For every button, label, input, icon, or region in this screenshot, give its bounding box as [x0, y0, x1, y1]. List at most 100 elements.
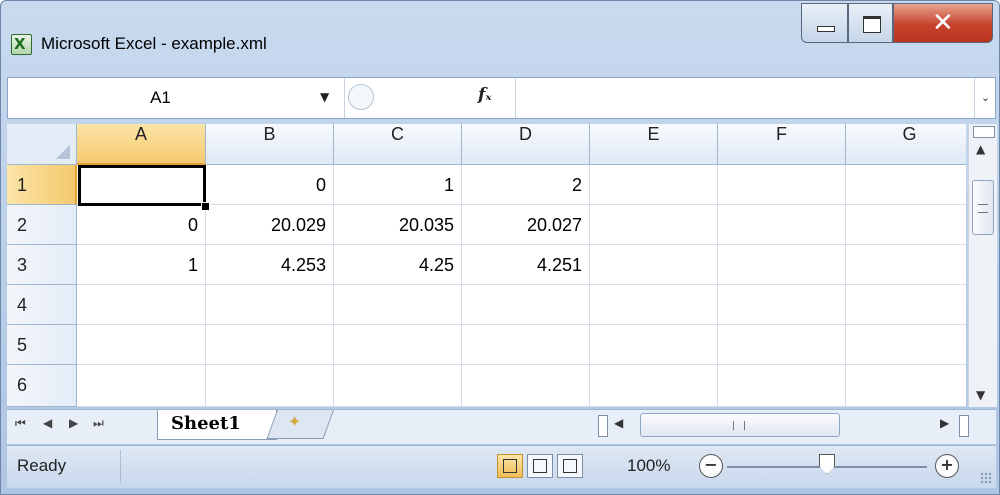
select-all-icon — [56, 145, 70, 159]
cell-c6[interactable] — [334, 365, 462, 407]
cell-g6[interactable] — [846, 365, 966, 407]
maximize-button[interactable] — [848, 3, 893, 43]
cell-f4[interactable] — [718, 285, 846, 325]
grid-icon — [503, 459, 517, 473]
excel-logo-glyph: X — [14, 35, 26, 53]
horizontal-split-box[interactable] — [598, 415, 608, 437]
cell-c5[interactable] — [334, 325, 462, 365]
vertical-scroll-thumb[interactable] — [972, 180, 994, 235]
cell-c1[interactable]: 1 — [334, 165, 462, 205]
cell-a4[interactable] — [77, 285, 206, 325]
scroll-down-arrow-icon[interactable]: ▼ — [976, 388, 985, 402]
minimize-button[interactable] — [801, 3, 848, 43]
sheet-tab-sheet1[interactable]: Sheet1 — [157, 410, 277, 440]
column-header-e[interactable]: E — [590, 124, 718, 165]
cell-a2[interactable]: 0 — [77, 205, 206, 245]
cell-d2[interactable]: 20.027 — [462, 205, 590, 245]
cell-e3[interactable] — [590, 245, 718, 285]
row-header-6[interactable]: 6 — [7, 365, 77, 407]
cell-g3[interactable] — [846, 245, 966, 285]
select-all-button[interactable] — [7, 124, 77, 165]
cell-e1[interactable] — [590, 165, 718, 205]
column-header-d[interactable]: D — [462, 124, 590, 165]
maximize-icon — [863, 16, 881, 33]
row-header-1[interactable]: 1 — [7, 165, 77, 205]
column-header-g[interactable]: G — [846, 124, 966, 165]
previous-sheet-icon[interactable]: ◀ — [43, 416, 52, 430]
zoom-level[interactable]: 100% — [627, 456, 670, 476]
cell-g2[interactable] — [846, 205, 966, 245]
cell-b2[interactable]: 20.029 — [206, 205, 334, 245]
cell-b3[interactable]: 4.253 — [206, 245, 334, 285]
cell-c2[interactable]: 20.035 — [334, 205, 462, 245]
cell-d6[interactable] — [462, 365, 590, 407]
cell-b6[interactable] — [206, 365, 334, 407]
cell-e2[interactable] — [590, 205, 718, 245]
insert-function-button[interactable]: 𝒇ₓ — [478, 85, 492, 105]
cell-b1[interactable]: 0 — [206, 165, 334, 205]
cell-f6[interactable] — [718, 365, 846, 407]
page-layout-view-button[interactable] — [527, 454, 553, 478]
cell-d5[interactable] — [462, 325, 590, 365]
horizontal-scroll-thumb[interactable] — [640, 413, 840, 437]
cell-c3[interactable]: 4.25 — [334, 245, 462, 285]
cell-g1[interactable] — [846, 165, 966, 205]
cell-c4[interactable] — [334, 285, 462, 325]
grip-icon — [733, 421, 745, 430]
insert-worksheet-tab[interactable]: ✦ — [266, 410, 334, 439]
normal-view-button[interactable] — [497, 454, 523, 478]
cell-f5[interactable] — [718, 325, 846, 365]
column-header-f[interactable]: F — [718, 124, 846, 165]
fill-handle[interactable] — [201, 202, 210, 211]
split-box[interactable] — [973, 126, 995, 138]
cell-b4[interactable] — [206, 285, 334, 325]
cell-d4[interactable] — [462, 285, 590, 325]
page-break-preview-button[interactable] — [557, 454, 583, 478]
expand-formula-bar-button[interactable]: ⌄ — [974, 78, 996, 118]
column-header-a[interactable]: A — [77, 124, 206, 165]
zoom-out-button[interactable]: − — [699, 454, 723, 478]
formula-bar-resize-handle[interactable] — [348, 84, 374, 110]
column-header-c[interactable]: C — [334, 124, 462, 165]
scroll-left-arrow-icon[interactable]: ◀ — [614, 416, 623, 430]
close-button[interactable]: ✕ — [893, 3, 993, 43]
last-sheet-icon[interactable]: ⏭ — [93, 416, 104, 431]
zoom-slider-thumb[interactable] — [819, 454, 835, 474]
formula-input[interactable] — [518, 80, 972, 116]
vertical-split-box[interactable] — [959, 415, 969, 437]
name-box[interactable]: A1 ▼ — [8, 78, 340, 118]
resize-grip-icon[interactable] — [980, 472, 992, 484]
cell-f2[interactable] — [718, 205, 846, 245]
row-header-2[interactable]: 2 — [7, 205, 77, 245]
chevron-down-icon[interactable]: ▼ — [320, 90, 329, 104]
zoom-in-button[interactable]: + — [935, 454, 959, 478]
next-sheet-icon[interactable]: ▶ — [69, 416, 78, 430]
excel-app-icon[interactable]: X — [11, 34, 32, 55]
cell-b5[interactable] — [206, 325, 334, 365]
cell-e5[interactable] — [590, 325, 718, 365]
vertical-scrollbar[interactable]: ▲ ▼ — [968, 124, 997, 407]
cell-f1[interactable] — [718, 165, 846, 205]
first-sheet-icon[interactable]: ⏮ — [15, 416, 26, 431]
cell-d3[interactable]: 4.251 — [462, 245, 590, 285]
row-header-3[interactable]: 3 — [7, 245, 77, 285]
cell-e6[interactable] — [590, 365, 718, 407]
row-header-5[interactable]: 5 — [7, 325, 77, 365]
cell-a6[interactable] — [77, 365, 206, 407]
cell-d1[interactable]: 2 — [462, 165, 590, 205]
cell-a3[interactable]: 1 — [77, 245, 206, 285]
cell-f3[interactable] — [718, 245, 846, 285]
horizontal-scrollbar[interactable]: ◀ ▶ — [592, 412, 992, 440]
scroll-up-arrow-icon[interactable]: ▲ — [976, 142, 985, 156]
formula-bar: A1 ▼ 𝒇ₓ ⌄ — [7, 77, 996, 119]
cell-a5[interactable] — [77, 325, 206, 365]
cell-e4[interactable] — [590, 285, 718, 325]
column-header-b[interactable]: B — [206, 124, 334, 165]
scroll-right-arrow-icon[interactable]: ▶ — [940, 416, 949, 430]
close-icon: ✕ — [932, 8, 954, 38]
cell-g5[interactable] — [846, 325, 966, 365]
divider — [515, 78, 516, 118]
cell-g4[interactable] — [846, 285, 966, 325]
row-header-4[interactable]: 4 — [7, 285, 77, 325]
title-bar[interactable]: X Microsoft Excel - example.xml ✕ — [1, 1, 999, 71]
